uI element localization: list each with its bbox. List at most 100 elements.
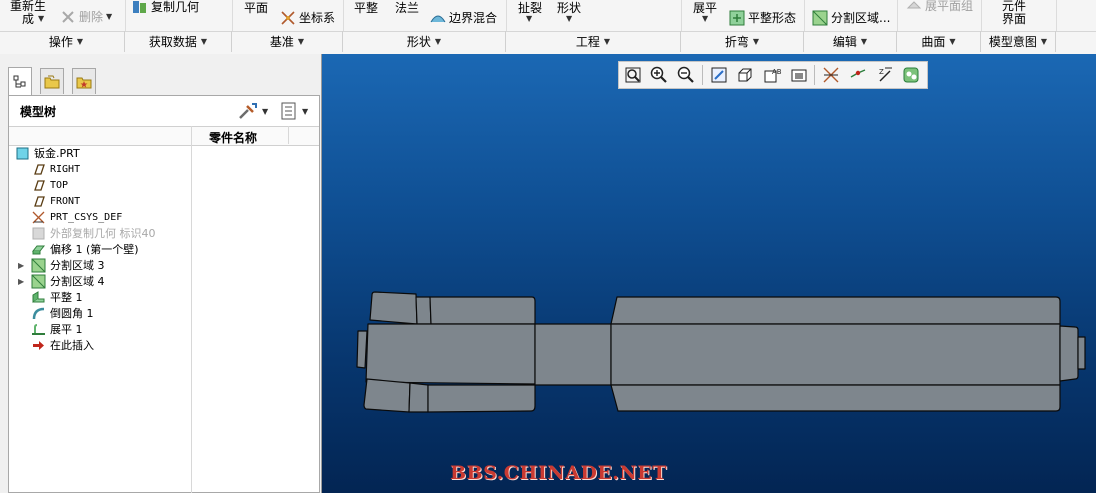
group-label: 曲面	[921, 35, 946, 49]
chevron-down-icon: ▼	[106, 12, 113, 21]
chevron-down-icon: ▼	[76, 37, 84, 46]
expand-arrow-icon[interactable]: ▶	[18, 277, 30, 286]
flat-state-label: 平整形态	[748, 11, 797, 25]
tree-item-label: 分割区域 3	[50, 259, 105, 272]
flatten-quilt-label: 展平面组	[925, 0, 974, 13]
group-editing[interactable]: 编辑 ▼	[804, 31, 897, 52]
flatten-quilt-button[interactable]: 展平面组	[906, 0, 973, 14]
tree-item[interactable]: ▶ 分割区域 4	[18, 273, 105, 289]
copy-geometry-button[interactable]: 复制几何	[132, 0, 199, 15]
split-area-icon	[30, 258, 46, 272]
group-engineering[interactable]: 工程 ▼	[506, 31, 681, 52]
group-bends[interactable]: 折弯 ▼	[681, 31, 804, 52]
tree-item[interactable]: RIGHT	[18, 161, 80, 177]
part-flange-top-mid	[429, 296, 536, 325]
datum-plane-icon	[30, 162, 46, 176]
tab-model-tree[interactable]	[8, 67, 32, 95]
folder-icon	[44, 75, 60, 88]
group-separator	[981, 0, 982, 31]
plane-button[interactable]: 平面	[244, 0, 268, 16]
tree-item[interactable]: 钣金.PRT	[14, 145, 80, 161]
column-divider	[288, 126, 289, 144]
delete-button[interactable]: 删除 ▼	[60, 8, 112, 25]
group-datum[interactable]: 基准 ▼	[232, 31, 343, 52]
expand-arrow-icon[interactable]: ▶	[18, 261, 30, 270]
boundary-blend-button[interactable]: 边界混合	[430, 9, 497, 26]
group-label: 基准	[269, 35, 294, 49]
chevron-down-icon: ▼	[603, 37, 611, 46]
tree-settings-button[interactable]: ▼	[238, 102, 268, 120]
chevron-down-icon: ▼	[200, 37, 208, 46]
tree-item-label: 展平 1	[50, 323, 83, 336]
copy-geometry-icon	[30, 226, 46, 240]
chevron-down-icon: ▼	[860, 37, 868, 46]
part-web-right	[610, 323, 1061, 386]
flange-label: 法兰	[395, 1, 420, 15]
tree-item[interactable]: ▶ 分割区域 3	[18, 257, 105, 273]
tree-item-label: PRT_CSYS_DEF	[50, 211, 123, 223]
flat-label: 平整	[354, 1, 379, 15]
tree-item[interactable]: TOP	[18, 177, 68, 193]
boundary-blend-icon	[430, 15, 446, 22]
flange-button[interactable]: 法兰	[395, 0, 419, 16]
tree-item-label: 外部复制几何 标识40	[50, 227, 156, 240]
group-get-data[interactable]: 获取数据 ▼	[125, 31, 232, 52]
group-model-intent[interactable]: 模型意图 ▼	[981, 31, 1056, 52]
chevron-down-icon: ▼	[302, 106, 309, 116]
group-separator	[343, 0, 344, 31]
flat-state-button[interactable]: 平整形态	[729, 9, 796, 26]
tree-item[interactable]: 偏移 1 (第一个壁)	[18, 241, 139, 257]
boundary-blend-label: 边界混合	[449, 11, 498, 25]
tree-item-label: 平整 1	[50, 291, 83, 304]
copy-geometry-icon	[133, 0, 146, 13]
tree-item-label: 倒圆角 1	[50, 307, 94, 320]
component-interface-label: 元件 界面	[1002, 0, 1027, 26]
delete-icon	[62, 10, 74, 23]
tree-item-label: 偏移 1 (第一个壁)	[50, 243, 139, 256]
tree-item[interactable]: 倒圆角 1	[18, 305, 94, 321]
favorites-icon	[76, 77, 92, 88]
tree-item-label: FRONT	[50, 195, 81, 207]
group-operations[interactable]: 操作 ▼	[8, 31, 125, 52]
part-left-tab	[356, 330, 368, 369]
tab-favorites[interactable]	[72, 68, 96, 94]
component-interface-button[interactable]: 元件 界面	[1002, 0, 1026, 26]
tree-item-label: 钣金.PRT	[34, 147, 80, 160]
sheetmetal-part-model[interactable]	[322, 54, 1096, 493]
part-flange-top-right	[610, 296, 1061, 325]
group-separator	[897, 0, 898, 31]
offset-wall-icon	[30, 242, 46, 256]
group-label: 折弯	[724, 35, 749, 49]
delete-label: 删除	[79, 10, 104, 24]
tree-show-button[interactable]: ▼	[280, 102, 308, 120]
flatten-quilt-icon	[906, 0, 922, 8]
tree-item[interactable]: 展平 1	[18, 321, 83, 337]
tree-item[interactable]: 平整 1	[18, 289, 83, 305]
tree-item[interactable]: FRONT	[18, 193, 80, 209]
group-label: 工程	[575, 35, 600, 49]
flat-wall-icon	[30, 290, 46, 304]
split-area-icon	[30, 274, 46, 288]
tree-item-label: TOP	[50, 179, 69, 191]
chevron-down-icon: ▼	[526, 14, 533, 23]
group-separator	[125, 0, 126, 31]
tree-item[interactable]: 外部复制几何 标识40	[18, 225, 156, 241]
datum-plane-icon	[30, 194, 46, 208]
part-right-cap	[1059, 325, 1079, 382]
tree-item[interactable]: PRT_CSYS_DEF	[18, 209, 122, 225]
split-area-button[interactable]: 分割区域...	[812, 9, 890, 26]
tree-item[interactable]: 在此插入	[18, 337, 94, 353]
group-surfaces[interactable]: 曲面 ▼	[897, 31, 981, 52]
tab-folder-browser[interactable]	[40, 68, 64, 94]
group-shapes[interactable]: 形状 ▼	[343, 31, 506, 52]
regenerate-button[interactable]: 重新生 成 ▼	[10, 0, 46, 26]
datum-plane-icon	[30, 178, 46, 192]
flat-button[interactable]: 平整	[354, 0, 378, 16]
group-separator	[1056, 0, 1057, 31]
part-flange-bottom-left	[363, 378, 411, 413]
column-header-part-name[interactable]: 零件名称	[209, 129, 257, 146]
graphics-viewport[interactable]: AB Z BBS.CHINADE.NET	[322, 54, 1096, 493]
group-label: 操作	[48, 35, 73, 49]
coordinate-system-button[interactable]: 坐标系	[280, 9, 335, 26]
coordinate-system-label: 坐标系	[299, 11, 336, 25]
